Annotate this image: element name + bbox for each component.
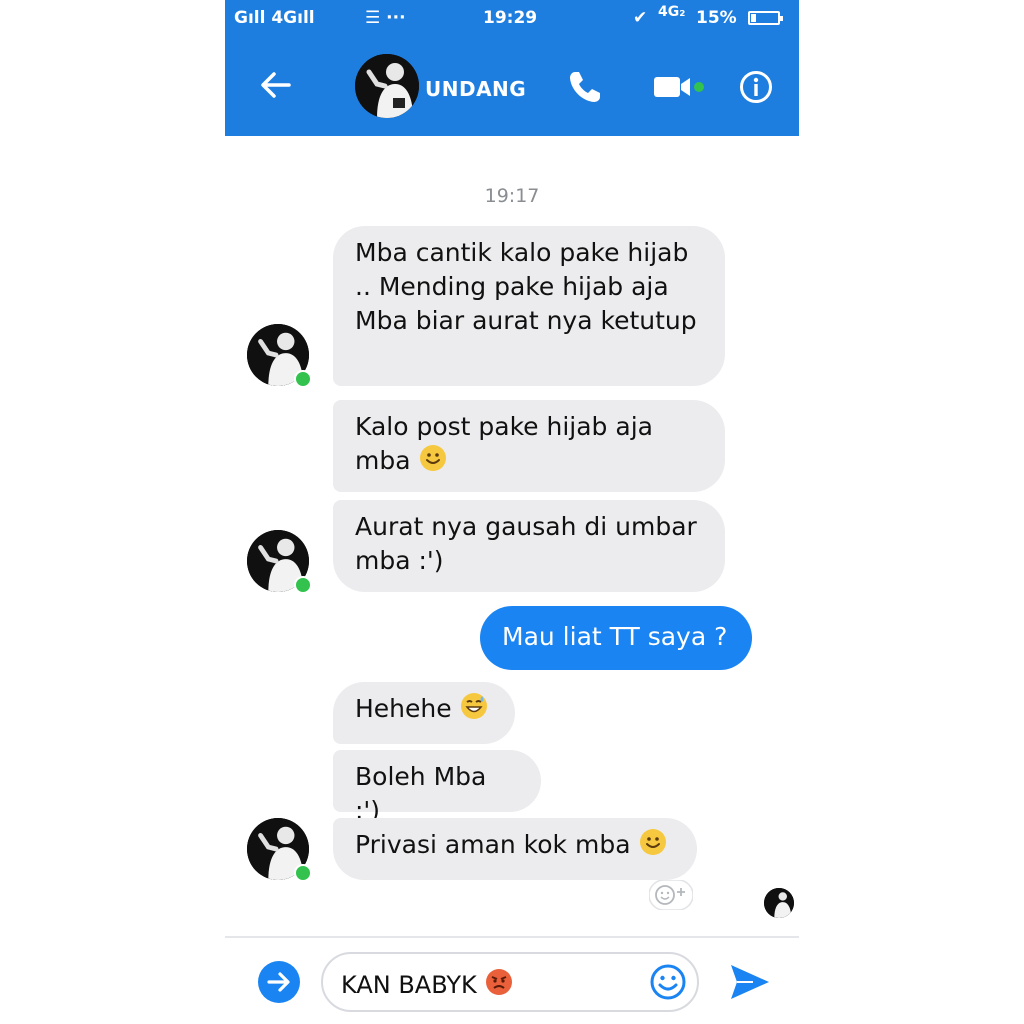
contact-avatar[interactable] <box>355 54 419 118</box>
incoming-message[interactable]: Mba cantik kalo pake hijab .. Mending pa… <box>333 226 725 386</box>
message-thread[interactable]: 19:17 Mba cantik kalo pake hijab .. Mend… <box>225 136 799 936</box>
messenger-screen: Gıll 4Gıll ☰ ··· 19:29 ✔ 4G₂ 15% UNDANG <box>225 0 799 1024</box>
timestamp: 19:17 <box>484 185 540 207</box>
info-icon[interactable] <box>739 70 773 104</box>
emoji-icon[interactable] <box>649 963 687 1001</box>
add-reaction-icon[interactable] <box>649 880 693 910</box>
conversation-header: UNDANG <box>225 36 799 136</box>
slightly-smiling-face-icon <box>419 445 446 471</box>
message-text: Mau liat TT saya ? <box>502 622 728 651</box>
battery-icon <box>748 11 783 25</box>
message-text: Aurat nya gausah di umbar mba :') <box>355 512 697 575</box>
message-input[interactable]: KAN BABYK <box>321 952 699 1012</box>
message-text: Privasi aman kok mba <box>355 830 631 859</box>
battery-percent: 15% <box>696 8 737 28</box>
incoming-message[interactable]: Hehehe <box>333 682 515 744</box>
expand-arrow-icon[interactable] <box>257 960 301 1004</box>
online-status-dot <box>294 576 312 594</box>
online-status-dot <box>294 864 312 882</box>
incoming-message[interactable]: Kalo post pake hijab aja mba <box>333 400 725 492</box>
angry-face-icon <box>485 969 512 995</box>
incoming-message[interactable]: Aurat nya gausah di umbar mba :') <box>333 500 725 592</box>
typed-text: KAN BABYK <box>341 971 477 999</box>
send-icon[interactable] <box>729 962 771 1002</box>
contact-name[interactable]: UNDANG <box>425 77 526 101</box>
seen-by-avatar <box>764 888 794 918</box>
status-bar: Gıll 4Gıll ☰ ··· 19:29 ✔ 4G₂ 15% <box>225 0 799 36</box>
online-status-dot <box>294 370 312 388</box>
input-text[interactable]: KAN BABYK <box>341 968 513 999</box>
message-text: Mba cantik kalo pake hijab .. Mending pa… <box>355 238 697 335</box>
incoming-message[interactable]: Privasi aman kok mba <box>333 818 697 880</box>
incoming-message[interactable]: Boleh Mba :') <box>333 750 541 825</box>
clock: 19:29 <box>483 8 538 28</box>
back-arrow-icon[interactable] <box>259 69 291 101</box>
message-text: Hehehe <box>355 694 452 723</box>
network-type: 4G₂ <box>658 4 686 20</box>
slightly-smiling-face-icon <box>639 829 666 855</box>
message-text: Boleh Mba :') <box>355 762 487 825</box>
video-camera-icon[interactable] <box>652 73 706 101</box>
signal-indicator: Gıll 4Gıll <box>234 8 315 28</box>
grinning-sweat-face-icon <box>460 693 487 719</box>
notification-icons: ☰ ··· <box>365 8 406 28</box>
message-composer: KAN BABYK <box>225 936 799 1024</box>
outgoing-message[interactable]: Mau liat TT saya ? <box>480 606 752 670</box>
message-text: Kalo post pake hijab aja mba <box>355 412 653 475</box>
phone-icon[interactable] <box>567 69 603 105</box>
mute-icon: ✔ <box>633 8 648 28</box>
